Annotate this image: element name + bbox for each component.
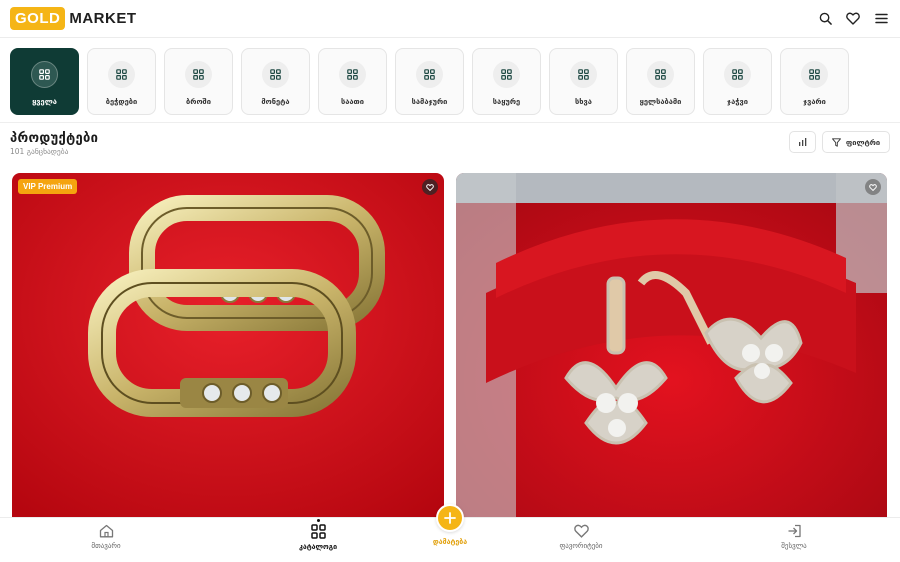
nav-favorites-label: ფავორიტები (559, 542, 603, 550)
grid-icon (416, 61, 443, 88)
category-label: ბეჭდები (105, 97, 138, 106)
menu-icon[interactable] (874, 12, 888, 26)
login-icon (788, 524, 801, 538)
category-item[interactable]: საყურე (472, 48, 541, 115)
nav-login-label: შესვლა (781, 542, 807, 550)
grid-icon (493, 61, 520, 88)
category-item[interactable]: ბროში (164, 48, 233, 115)
heart-icon (869, 183, 877, 191)
heart-icon (426, 183, 434, 191)
products-title: პროდუქტები (10, 131, 99, 146)
divider (0, 122, 900, 123)
category-label: საყურე (492, 97, 521, 106)
top-header: GOLD MARKET (0, 0, 900, 38)
product-card[interactable] (456, 173, 887, 518)
sort-button[interactable] (789, 131, 816, 153)
category-label: ჯაჭვი (727, 97, 748, 106)
category-label: საათი (340, 97, 364, 106)
category-item[interactable]: ბეჭდები (87, 48, 156, 115)
grid-icon (310, 524, 326, 539)
category-item[interactable]: სამაჯური (395, 48, 464, 115)
grid-icon (31, 61, 58, 88)
vip-badge: VIP Premium (18, 179, 78, 194)
bar-chart-icon (799, 138, 807, 146)
grid-icon (801, 61, 828, 88)
category-label: სხვა (575, 97, 592, 106)
logo[interactable]: GOLD MARKET (10, 7, 137, 30)
nav-catalog-label: კატალოგი (298, 543, 338, 551)
category-item[interactable]: ყველა (10, 48, 79, 115)
heart-icon[interactable] (846, 12, 860, 26)
category-item[interactable]: საათი (318, 48, 387, 115)
filter-button[interactable]: ფილტრი (822, 131, 890, 153)
search-icon[interactable] (818, 12, 832, 26)
category-item[interactable]: ჯაჭვი (703, 48, 772, 115)
header-actions (818, 12, 888, 26)
nav-home[interactable]: მთავარი (56, 524, 156, 550)
favorite-button[interactable] (422, 179, 438, 195)
favorite-button[interactable] (865, 179, 881, 195)
nav-login[interactable]: შესვლა (744, 524, 844, 550)
nav-home-label: მთავარი (91, 542, 121, 550)
product-image-earrings (456, 173, 887, 518)
filter-icon (831, 137, 841, 147)
add-button[interactable] (436, 504, 464, 532)
active-indicator (316, 519, 320, 522)
category-label: ყელსაბამი (639, 97, 682, 106)
category-item[interactable]: ჯვარი (780, 48, 849, 115)
logo-market: MARKET (69, 10, 137, 27)
category-item[interactable]: მონეტა (241, 48, 310, 115)
product-card[interactable]: VIP Premium (12, 173, 444, 518)
category-bar: ყველა ბეჭდები ბროში მონეტა საათი სამაჯური საყუ… (10, 48, 849, 115)
grid-icon (570, 61, 597, 88)
nav-catalog[interactable]: კატალოგი (268, 519, 368, 551)
category-label: ყველა (32, 97, 57, 106)
category-label: ჯვარი (803, 97, 826, 106)
category-label: მონეტა (261, 97, 290, 106)
grid-icon (108, 61, 135, 88)
grid-icon (724, 61, 751, 88)
grid-icon (262, 61, 289, 88)
grid-icon (339, 61, 366, 88)
nav-add-label: დამატება (432, 538, 468, 546)
nav-favorites[interactable]: ფავორიტები (531, 524, 631, 550)
category-label: სამაჯური (411, 97, 448, 106)
plus-icon (444, 512, 456, 524)
category-item[interactable]: ყელსაბამი (626, 48, 695, 115)
category-item[interactable]: სხვა (549, 48, 618, 115)
nav-add[interactable]: დამატება (400, 504, 500, 546)
grid-icon (185, 61, 212, 88)
logo-gold: GOLD (10, 7, 66, 30)
filter-label: ფილტრი (845, 137, 881, 147)
category-label: ბროში (186, 97, 211, 106)
grid-icon (647, 61, 674, 88)
home-icon (99, 524, 113, 538)
products-count: 101 განცხადება (10, 147, 69, 156)
heart-icon (573, 524, 589, 538)
product-image-rings (12, 173, 444, 518)
app-root: GOLD MARKET ყველა ბეჭდები ბროში მონეტა საათი… (0, 0, 900, 562)
